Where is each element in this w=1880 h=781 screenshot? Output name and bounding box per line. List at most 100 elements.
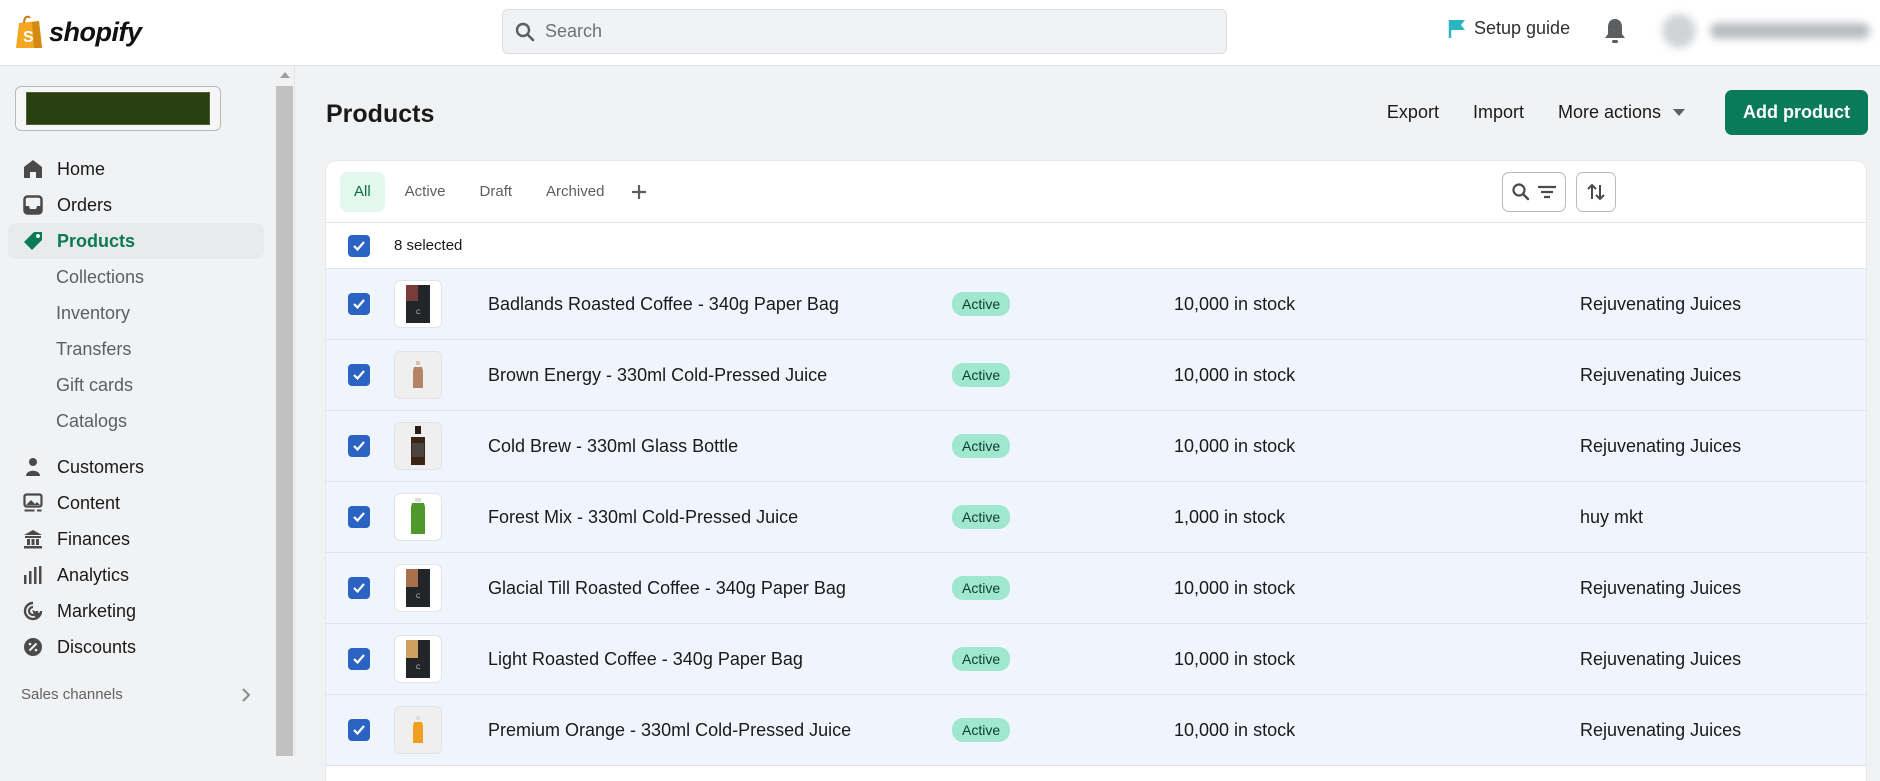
more-actions-button[interactable]: More actions <box>1557 102 1686 123</box>
tab-active[interactable]: Active <box>391 172 460 212</box>
scroll-up-arrow-icon[interactable] <box>280 72 290 78</box>
inventory-value: 10,000 in stock <box>1174 435 1296 456</box>
person-icon <box>23 457 43 477</box>
account-name-blurred <box>1710 23 1870 39</box>
search-filter-button[interactable] <box>1502 172 1566 212</box>
sidebar-item-label: Home <box>57 158 106 179</box>
sidebar-item-orders[interactable]: Orders <box>8 187 264 223</box>
table-row[interactable]: C Badlands Roasted Coffee - 340g Paper B… <box>326 269 1866 340</box>
bottle-dark-image <box>411 426 425 465</box>
plus-icon <box>632 184 647 199</box>
product-name[interactable]: Brown Energy - 330ml Cold-Pressed Juice <box>488 365 827 386</box>
sidebar-item-home[interactable]: Home <box>8 151 264 187</box>
sidebar-subitem-catalogs[interactable]: Catalogs <box>8 403 264 439</box>
add-product-button[interactable]: Add product <box>1725 90 1868 135</box>
product-thumbnail[interactable] <box>394 706 442 754</box>
inventory-value: 10,000 in stock <box>1174 648 1296 669</box>
sidebar: Home Orders Products Collections Invento… <box>0 66 278 756</box>
bell-icon <box>1605 19 1625 43</box>
product-name[interactable]: Forest Mix - 330ml Cold-Pressed Juice <box>488 507 798 528</box>
inventory-value: 10,000 in stock <box>1174 293 1296 314</box>
sidebar-subitem-transfers[interactable]: Transfers <box>8 331 264 367</box>
table-row[interactable]: Premium Orange - 330ml Cold-Pressed Juic… <box>326 695 1866 766</box>
sidebar-item-customers[interactable]: Customers <box>8 449 264 485</box>
row-checkbox[interactable] <box>348 293 370 315</box>
sidebar-item-discounts[interactable]: Discounts <box>8 629 264 665</box>
table-row[interactable]: Forest Mix - 330ml Cold-Pressed Juice Ac… <box>326 482 1866 553</box>
inventory-value: 1,000 in stock <box>1174 506 1286 527</box>
tab-all[interactable]: All <box>340 171 385 212</box>
product-thumbnail[interactable]: C <box>394 564 442 612</box>
sales-channels-section[interactable]: Sales channels <box>21 686 251 703</box>
import-button[interactable]: Import <box>1473 102 1524 123</box>
search-icon <box>515 22 535 41</box>
checkmark-icon <box>353 441 365 452</box>
setup-guide-button[interactable]: Setup guide <box>1448 18 1570 39</box>
sidebar-subitem-gift-cards[interactable]: Gift cards <box>8 367 264 403</box>
sidebar-scrollbar[interactable] <box>275 66 295 756</box>
row-checkbox[interactable] <box>348 577 370 599</box>
product-thumbnail[interactable] <box>394 351 442 399</box>
row-checkbox[interactable] <box>348 506 370 528</box>
product-name[interactable]: Premium Orange - 330ml Cold-Pressed Juic… <box>488 720 851 741</box>
vendor-value: Rejuvenating Juices <box>1580 435 1742 456</box>
search-icon <box>1512 183 1530 201</box>
status-badge: Active <box>952 363 1011 387</box>
table-row[interactable]: Brown Energy - 330ml Cold-Pressed Juice … <box>326 340 1866 411</box>
table-row[interactable]: C Light Roasted Coffee - 340g Paper Bag … <box>326 624 1866 695</box>
filter-icon <box>1538 185 1556 199</box>
avatar <box>1662 14 1696 48</box>
row-checkbox[interactable] <box>348 364 370 386</box>
scrollbar-thumb[interactable] <box>276 86 293 756</box>
row-checkbox[interactable] <box>348 719 370 741</box>
product-name[interactable]: Badlands Roasted Coffee - 340g Paper Bag <box>488 294 839 315</box>
shopify-logo[interactable]: S shopify <box>14 14 142 50</box>
store-selector[interactable] <box>15 86 221 131</box>
vendor-value: Rejuvenating Juices <box>1580 648 1742 669</box>
product-name[interactable]: Cold Brew - 330ml Glass Bottle <box>488 436 738 457</box>
sidebar-item-label: Content <box>57 492 121 513</box>
add-view-button[interactable] <box>624 177 654 207</box>
product-thumbnail[interactable] <box>394 422 442 470</box>
sidebar-subitem-collections[interactable]: Collections <box>8 259 264 295</box>
sidebar-item-analytics[interactable]: Analytics <box>8 557 264 593</box>
status-badge: Active <box>952 292 1011 316</box>
sidebar-item-content[interactable]: Content <box>8 485 264 521</box>
row-checkbox[interactable] <box>348 435 370 457</box>
caret-down-icon <box>1673 109 1686 116</box>
image-icon <box>23 493 43 513</box>
sort-button[interactable] <box>1576 172 1616 212</box>
select-all-checkbox[interactable] <box>348 234 370 257</box>
bottle-orange-image <box>413 716 423 743</box>
sidebar-subitem-inventory[interactable]: Inventory <box>8 295 264 331</box>
vendor-value: Rejuvenating Juices <box>1580 293 1742 314</box>
vendor-value: huy mkt <box>1580 506 1644 527</box>
table-row[interactable]: C Glacial Till Roasted Coffee - 340g Pap… <box>326 553 1866 624</box>
sales-channels-label: Sales channels <box>21 686 123 703</box>
tab-draft[interactable]: Draft <box>466 172 527 212</box>
status-badge: Active <box>952 576 1011 600</box>
row-checkbox[interactable] <box>348 648 370 670</box>
product-thumbnail[interactable] <box>394 493 442 541</box>
account-menu[interactable] <box>1662 14 1870 48</box>
sidebar-item-products[interactable]: Products <box>8 223 264 259</box>
search-bar[interactable] <box>502 9 1227 54</box>
bulk-selection-bar: 8 selected <box>326 223 1866 269</box>
product-thumbnail[interactable]: C <box>394 635 442 683</box>
product-name[interactable]: Light Roasted Coffee - 340g Paper Bag <box>488 649 803 670</box>
checkmark-icon <box>353 240 365 251</box>
sidebar-item-label: Products <box>57 230 136 251</box>
notifications-button[interactable] <box>1603 17 1627 50</box>
sidebar-item-finances[interactable]: Finances <box>8 521 264 557</box>
product-thumbnail[interactable]: C <box>394 280 442 328</box>
product-name[interactable]: Glacial Till Roasted Coffee - 340g Paper… <box>488 578 846 599</box>
tab-archived[interactable]: Archived <box>532 172 618 212</box>
table-row[interactable]: Cold Brew - 330ml Glass Bottle Active 10… <box>326 411 1866 482</box>
bottle-green-image <box>411 498 425 534</box>
export-button[interactable]: Export <box>1387 102 1439 123</box>
search-input[interactable] <box>545 21 1195 42</box>
checkmark-icon <box>353 654 365 665</box>
sidebar-item-label: Discounts <box>57 636 137 657</box>
more-actions-label: More actions <box>1557 102 1662 122</box>
sidebar-item-marketing[interactable]: Marketing <box>8 593 264 629</box>
